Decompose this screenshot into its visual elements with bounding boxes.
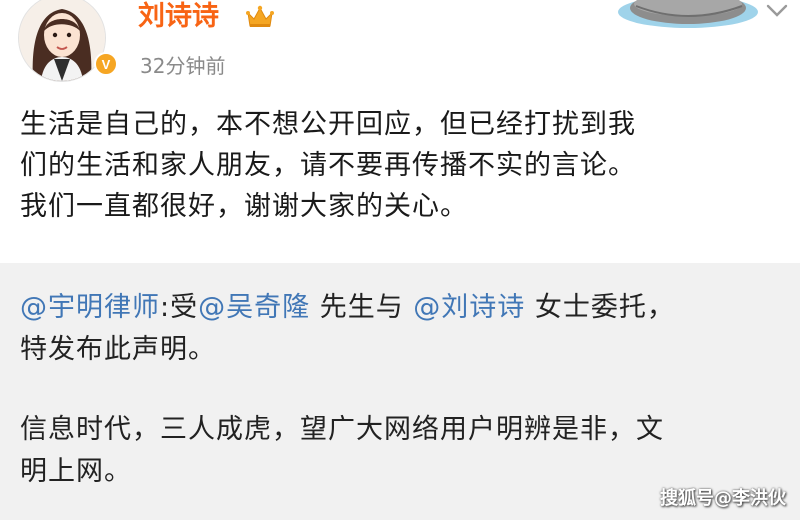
post-timestamp: 32分钟前 [140,54,226,78]
post-text-line: 我们一直都很好，谢谢大家的关心。 [20,191,468,222]
avatar[interactable]: V [18,0,118,82]
repost-line: 信息时代，三人成虎，望广大网络用户明辨是非，文 [20,414,664,445]
repost-text-segment: :受 [160,292,199,323]
card-decoration-icon [618,0,758,28]
repost-text: @宇明律师:受@吴奇隆 先生与 @刘诗诗 女士委托， 特发布此声明。 信息时代，… [20,287,790,493]
mention-link-lawyer[interactable]: @宇明律师 [20,292,160,323]
reposted-content[interactable]: @宇明律师:受@吴奇隆 先生与 @刘诗诗 女士委托， 特发布此声明。 信息时代，… [0,263,800,520]
repost-line: 特发布此声明。 [20,334,216,365]
mention-link-wu[interactable]: @吴奇隆 [198,292,310,323]
post-header: V 刘诗诗 32分钟前 [0,0,800,95]
crown-icon [246,5,274,27]
post-text-line: 生活是自己的，本不想公开回应，但已经打扰到我 [20,109,636,140]
author-name[interactable]: 刘诗诗 [138,0,219,34]
repost-text-segment: 女士委托， [525,292,675,323]
avatar-image [18,0,106,82]
repost-line: @宇明律师:受@吴奇隆 先生与 @刘诗诗 女士委托， [20,287,790,329]
repost-text-segment: 先生与 [310,292,414,323]
chevron-down-icon[interactable] [764,2,790,20]
post-text: 生活是自己的，本不想公开回应，但已经打扰到我 们的生活和家人朋友，请不要再传播不… [20,104,790,227]
post-text-line: 们的生活和家人朋友，请不要再传播不实的言论。 [20,150,636,181]
verified-badge-icon: V [94,52,118,76]
watermark: 搜狐号@李洪伙 [660,488,786,509]
mention-link-liu[interactable]: @刘诗诗 [413,292,525,323]
